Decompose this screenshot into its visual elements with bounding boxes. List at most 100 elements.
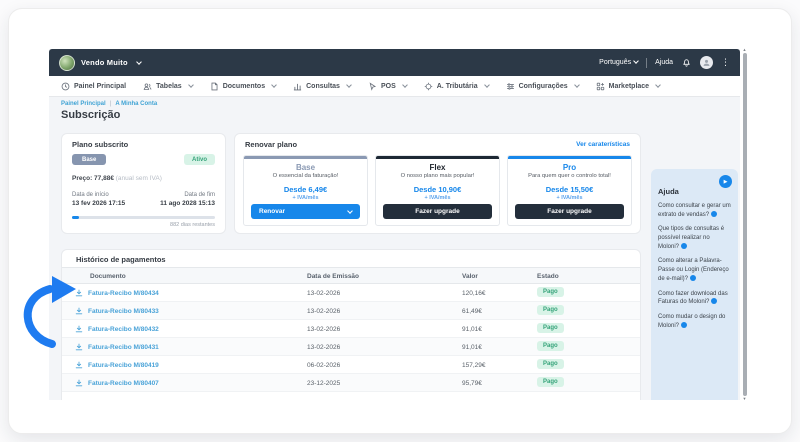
help-link[interactable]: Ajuda [655,59,673,66]
scroll-up-icon[interactable]: ▲ [742,48,747,52]
plan-price-note: + IVA/mês [508,195,631,201]
column-document: Documento [90,273,126,280]
download-icon[interactable] [75,343,83,351]
see-features-link[interactable]: Ver caraterísticas [576,141,630,148]
nav-item[interactable]: POS [368,82,407,91]
nav-item[interactable]: Painel Principal [61,82,126,91]
help-question-icon [711,298,717,304]
plan-option-card: Pro Para quem quer o controlo total! Des… [507,155,632,226]
download-icon[interactable] [75,379,83,387]
table-row[interactable]: Fatura-Recibo M/80431 13-02-2026 91,01€ … [62,338,640,356]
breadcrumb-link-conta[interactable]: A Minha Conta [115,101,157,107]
document-icon [210,82,219,91]
help-panel: ▶ Ajuda Como consultar e gerar um extrat… [651,169,738,400]
paid-status-badge: Pago [537,359,564,369]
column-status: Estado [537,273,559,280]
invoice-value: 91,01€ [462,344,482,351]
help-question-link[interactable]: Que tipos de consultas é possível realiz… [658,225,731,251]
company-menu[interactable]: Vendo Muito [59,55,141,71]
plan-name: Flex [376,163,499,172]
issue-date: 13-02-2026 [307,326,340,333]
payments-table-header: Documento Data de Emissão Valor Estado [62,267,640,284]
chevron-down-icon [402,82,408,88]
subscription-progress-fill [72,216,79,219]
page-title: Subscrição [61,109,120,121]
invoice-link[interactable]: Fatura-Recibo M/80433 [88,308,159,315]
invoice-link[interactable]: Fatura-Recibo M/80431 [88,344,159,351]
price-line: Preço: 77,88€ (anual sem IVA) [72,175,162,182]
invoice-link[interactable]: Fatura-Recibo M/80407 [88,380,159,387]
help-play-button[interactable]: ▶ [719,175,732,188]
end-date: Data de fim 11 ago 2028 15:13 [160,192,215,207]
help-panel-title: Ajuda [658,187,731,196]
breadcrumb-separator: | [110,101,112,107]
table-row[interactable]: Fatura-Recibo M/80407 23-12-2025 95,79€ … [62,374,640,392]
download-icon[interactable] [75,307,83,315]
invoice-link[interactable]: Fatura-Recibo M/80419 [88,362,159,369]
invoice-value: 157,29€ [462,362,486,369]
download-icon[interactable] [75,361,83,369]
table-row[interactable]: Fatura-Recibo M/80432 13-02-2026 91,01€ … [62,320,640,338]
issue-date: 13-02-2026 [307,290,340,297]
bell-icon[interactable] [681,57,692,68]
subscription-progress-bar [72,216,215,219]
chevron-down-icon [271,82,277,88]
plan-price-note: + IVA/mês [244,195,367,201]
paid-status-badge: Pago [537,341,564,351]
help-question-link[interactable]: Como fazer download das Faturas do Molon… [658,290,731,307]
renew-plan-card: Renovar plano Ver caraterísticas Base O … [234,133,641,234]
plan-action-label: Fazer upgrade [547,208,591,215]
company-name: Vendo Muito [81,58,128,67]
chart-icon [293,82,302,91]
breadcrumb: Painel Principal | A Minha Conta [61,101,157,107]
nav-item-label: Documentos [223,83,265,90]
plan-name: Base [244,163,367,172]
nav-item[interactable]: A. Tributária [424,82,489,91]
help-question-link[interactable]: Como mudar o design do Moloni? [658,313,731,330]
paid-status-badge: Pago [537,305,564,315]
table-row[interactable]: Fatura-Recibo M/80433 13-02-2026 61,49€ … [62,302,640,320]
nav-item-label: Painel Principal [74,83,126,90]
days-remaining: 882 dias restantes [170,222,215,228]
language-label: Português [599,59,631,66]
plan-action-button[interactable]: Renovar [251,204,360,219]
issue-date: 13-02-2026 [307,308,340,315]
nav-item[interactable]: Documentos [210,82,276,91]
scrollbar-thumb[interactable] [743,53,747,396]
nav-item[interactable]: Marketplace [596,82,660,91]
table-row[interactable]: Fatura-Recibo M/80419 06-02-2026 157,29€… [62,356,640,374]
nav-item[interactable]: Consultas [293,82,351,91]
download-icon[interactable] [75,325,83,333]
help-question-icon [681,322,687,328]
issue-date: 06-02-2026 [307,362,340,369]
invoice-link[interactable]: Fatura-Recibo M/80432 [88,326,159,333]
subscribed-plan-card: Plano subscrito Base Ativo Preço: 77,88€… [61,133,226,234]
invoice-link[interactable]: Fatura-Recibo M/80434 [88,290,159,297]
plan-option-card: Flex O nosso plano mais popular! Desde 1… [375,155,500,226]
kebab-menu-icon[interactable]: ⋮ [721,58,730,67]
plan-action-button[interactable]: Fazer upgrade [515,204,624,219]
price-value: 77,88€ [94,175,114,182]
plan-action-button[interactable]: Fazer upgrade [383,204,492,219]
chevron-down-icon [574,82,580,88]
breadcrumb-link-painel[interactable]: Painel Principal [61,101,106,107]
end-date-label: Data de fim [184,192,215,198]
help-question-link[interactable]: Como consultar e gerar um extrato de ven… [658,202,731,219]
plan-price: Desde 10,90€ [376,185,499,194]
user-avatar[interactable] [700,56,713,69]
nav-item[interactable]: Configurações [506,82,579,91]
plan-badge: Base [72,154,106,165]
subscribed-plan-title: Plano subscrito [72,140,128,149]
start-date-value: 13 fev 2026 17:15 [72,200,125,207]
vertical-scrollbar[interactable]: ▲ ▼ [742,49,747,400]
download-icon[interactable] [75,289,83,297]
start-date-label: Data de início [72,192,109,198]
language-selector[interactable]: Português [599,59,638,66]
chevron-down-icon [484,82,490,88]
table-row[interactable]: Fatura-Recibo M/80434 13-02-2026 120,16€… [62,284,640,302]
help-question-link[interactable]: Como alterar a Palavra-Passe ou Login (E… [658,257,731,283]
plan-options: Base O essencial da faturação! Desde 6,4… [243,155,632,226]
scroll-down-icon[interactable]: ▼ [742,397,747,401]
nav-item[interactable]: Tabelas [143,82,193,91]
help-question-text: Como consultar e gerar um extrato de ven… [658,203,731,218]
